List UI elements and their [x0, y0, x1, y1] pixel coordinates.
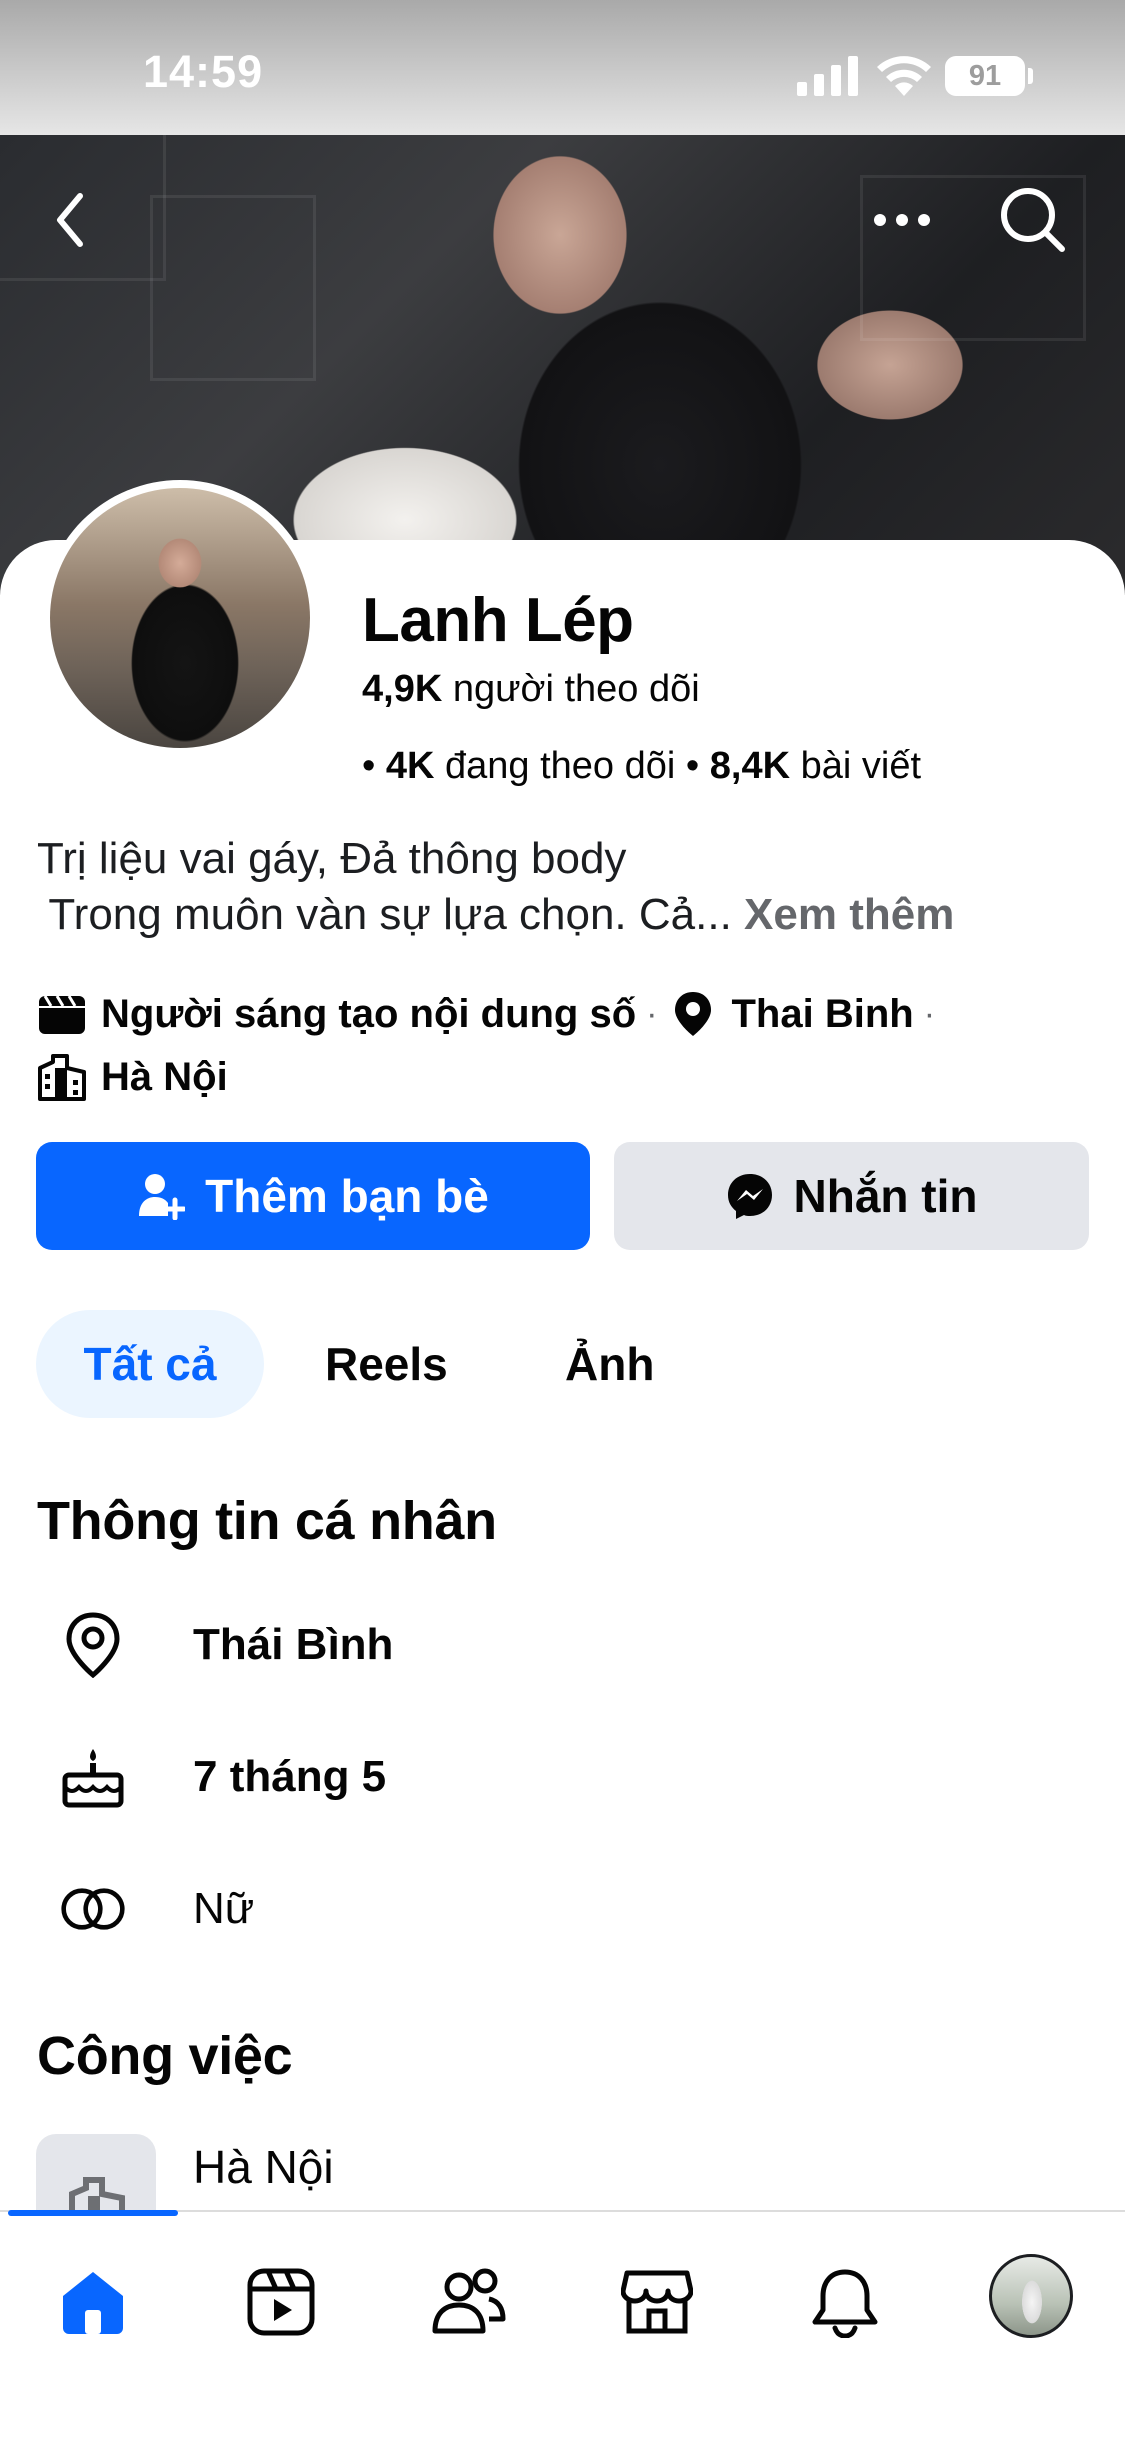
- bottom-navigation: [0, 2210, 1125, 2438]
- bio-text: Trong muôn vàn sự lựa chọn. Cả...: [37, 890, 745, 939]
- add-friend-button[interactable]: Thêm bạn bè: [36, 1142, 590, 1250]
- following-number[interactable]: 4K: [386, 745, 435, 787]
- nav-marketplace[interactable]: [612, 2257, 702, 2347]
- profile-details-row: Người sáng tạo nội dung số · Thai Binh ·: [37, 990, 945, 1038]
- following-stats: • 4K đang theo dõi • 8,4K bài viết: [362, 745, 921, 788]
- category-text: Người sáng tạo nội dung số: [101, 991, 637, 1036]
- info-item-hometown: Thái Bình: [0, 1594, 1125, 1694]
- add-friend-label: Thêm bạn bè: [205, 1170, 489, 1222]
- profile-name: Lanh Lép: [362, 586, 634, 655]
- chevron-left-icon: [57, 193, 83, 247]
- message-label: Nhắn tin: [793, 1170, 978, 1222]
- marketplace-icon: [621, 2270, 693, 2334]
- search-button[interactable]: [998, 185, 1068, 255]
- gender-icon: [60, 1876, 126, 1942]
- notifications-icon: [812, 2269, 878, 2338]
- bullet: •: [362, 745, 386, 787]
- message-button[interactable]: Nhắn tin: [614, 1142, 1089, 1250]
- clapperboard-icon: [39, 995, 85, 1034]
- nav-home[interactable]: [48, 2257, 138, 2347]
- info-text: 7 tháng 5: [193, 1752, 387, 1801]
- status-time: 14:59: [143, 46, 264, 97]
- more-options-button[interactable]: [867, 185, 937, 255]
- status-bar: 14:59 91: [0, 0, 1125, 135]
- info-item-gender: Nữ: [0, 1858, 1125, 1958]
- battery-level: 91: [968, 60, 1002, 92]
- active-tab-indicator: [8, 2210, 178, 2216]
- avatar: [50, 488, 310, 748]
- info-text: Thái Bình: [193, 1620, 394, 1669]
- posts-number: 8,4K: [709, 745, 791, 787]
- add-person-icon: [139, 1174, 186, 1220]
- search-icon: [1001, 188, 1065, 252]
- posts-label: bài viết: [790, 745, 922, 787]
- back-button[interactable]: [35, 185, 105, 255]
- hometown-text[interactable]: Thai Binh: [731, 992, 913, 1037]
- personal-info-title: Thông tin cá nhân: [37, 1491, 497, 1551]
- birthday-cake-icon: [60, 1744, 126, 1810]
- cover-texture: [150, 195, 316, 381]
- profile-details-row: Hà Nội: [37, 1052, 228, 1102]
- bullet: •: [675, 745, 710, 787]
- cellular-signal-icon: [797, 56, 858, 96]
- wifi-icon: [877, 56, 931, 96]
- location-pin-icon: [675, 992, 712, 1036]
- separator: ·: [646, 994, 658, 1033]
- friends-icon: [432, 2268, 506, 2334]
- following-label[interactable]: đang theo dõi: [434, 745, 675, 787]
- city-text[interactable]: Hà Nội: [101, 1055, 228, 1100]
- nav-notifications[interactable]: [800, 2257, 890, 2347]
- building-icon: [38, 1054, 86, 1101]
- followers-number: 4,9K: [362, 668, 443, 710]
- followers-count[interactable]: 4,9K người theo dõi: [362, 668, 700, 711]
- profile-picture[interactable]: [42, 480, 318, 756]
- info-item-birthday: 7 tháng 5: [0, 1726, 1125, 1826]
- see-more-link[interactable]: Xem thêm: [744, 890, 954, 939]
- nav-reels[interactable]: [236, 2257, 326, 2347]
- more-dots-icon: [874, 214, 930, 226]
- bio-line: Trị liệu vai gáy, Đả thông body: [37, 834, 627, 883]
- separator: ·: [923, 994, 936, 1033]
- followers-label: người theo dõi: [442, 668, 700, 710]
- tab-reels[interactable]: Reels: [325, 1310, 448, 1418]
- home-icon: [63, 2272, 123, 2334]
- info-text: Nữ: [193, 1884, 255, 1933]
- work-title: Công việc: [37, 2026, 293, 2086]
- messenger-icon: [727, 1174, 772, 1219]
- tab-all[interactable]: Tất cả: [36, 1310, 264, 1418]
- work-item-text[interactable]: Hà Nội: [193, 2140, 334, 2194]
- nav-friends[interactable]: [424, 2257, 514, 2347]
- reels-icon: [247, 2268, 315, 2336]
- location-pin-icon: [60, 1612, 126, 1678]
- tab-photos[interactable]: Ảnh: [565, 1310, 654, 1418]
- nav-profile-avatar[interactable]: [989, 2254, 1073, 2338]
- bio-line: Trong muôn vàn sự lựa chọn. Cả... Xem th…: [37, 890, 954, 940]
- battery-icon: 91: [945, 56, 1033, 96]
